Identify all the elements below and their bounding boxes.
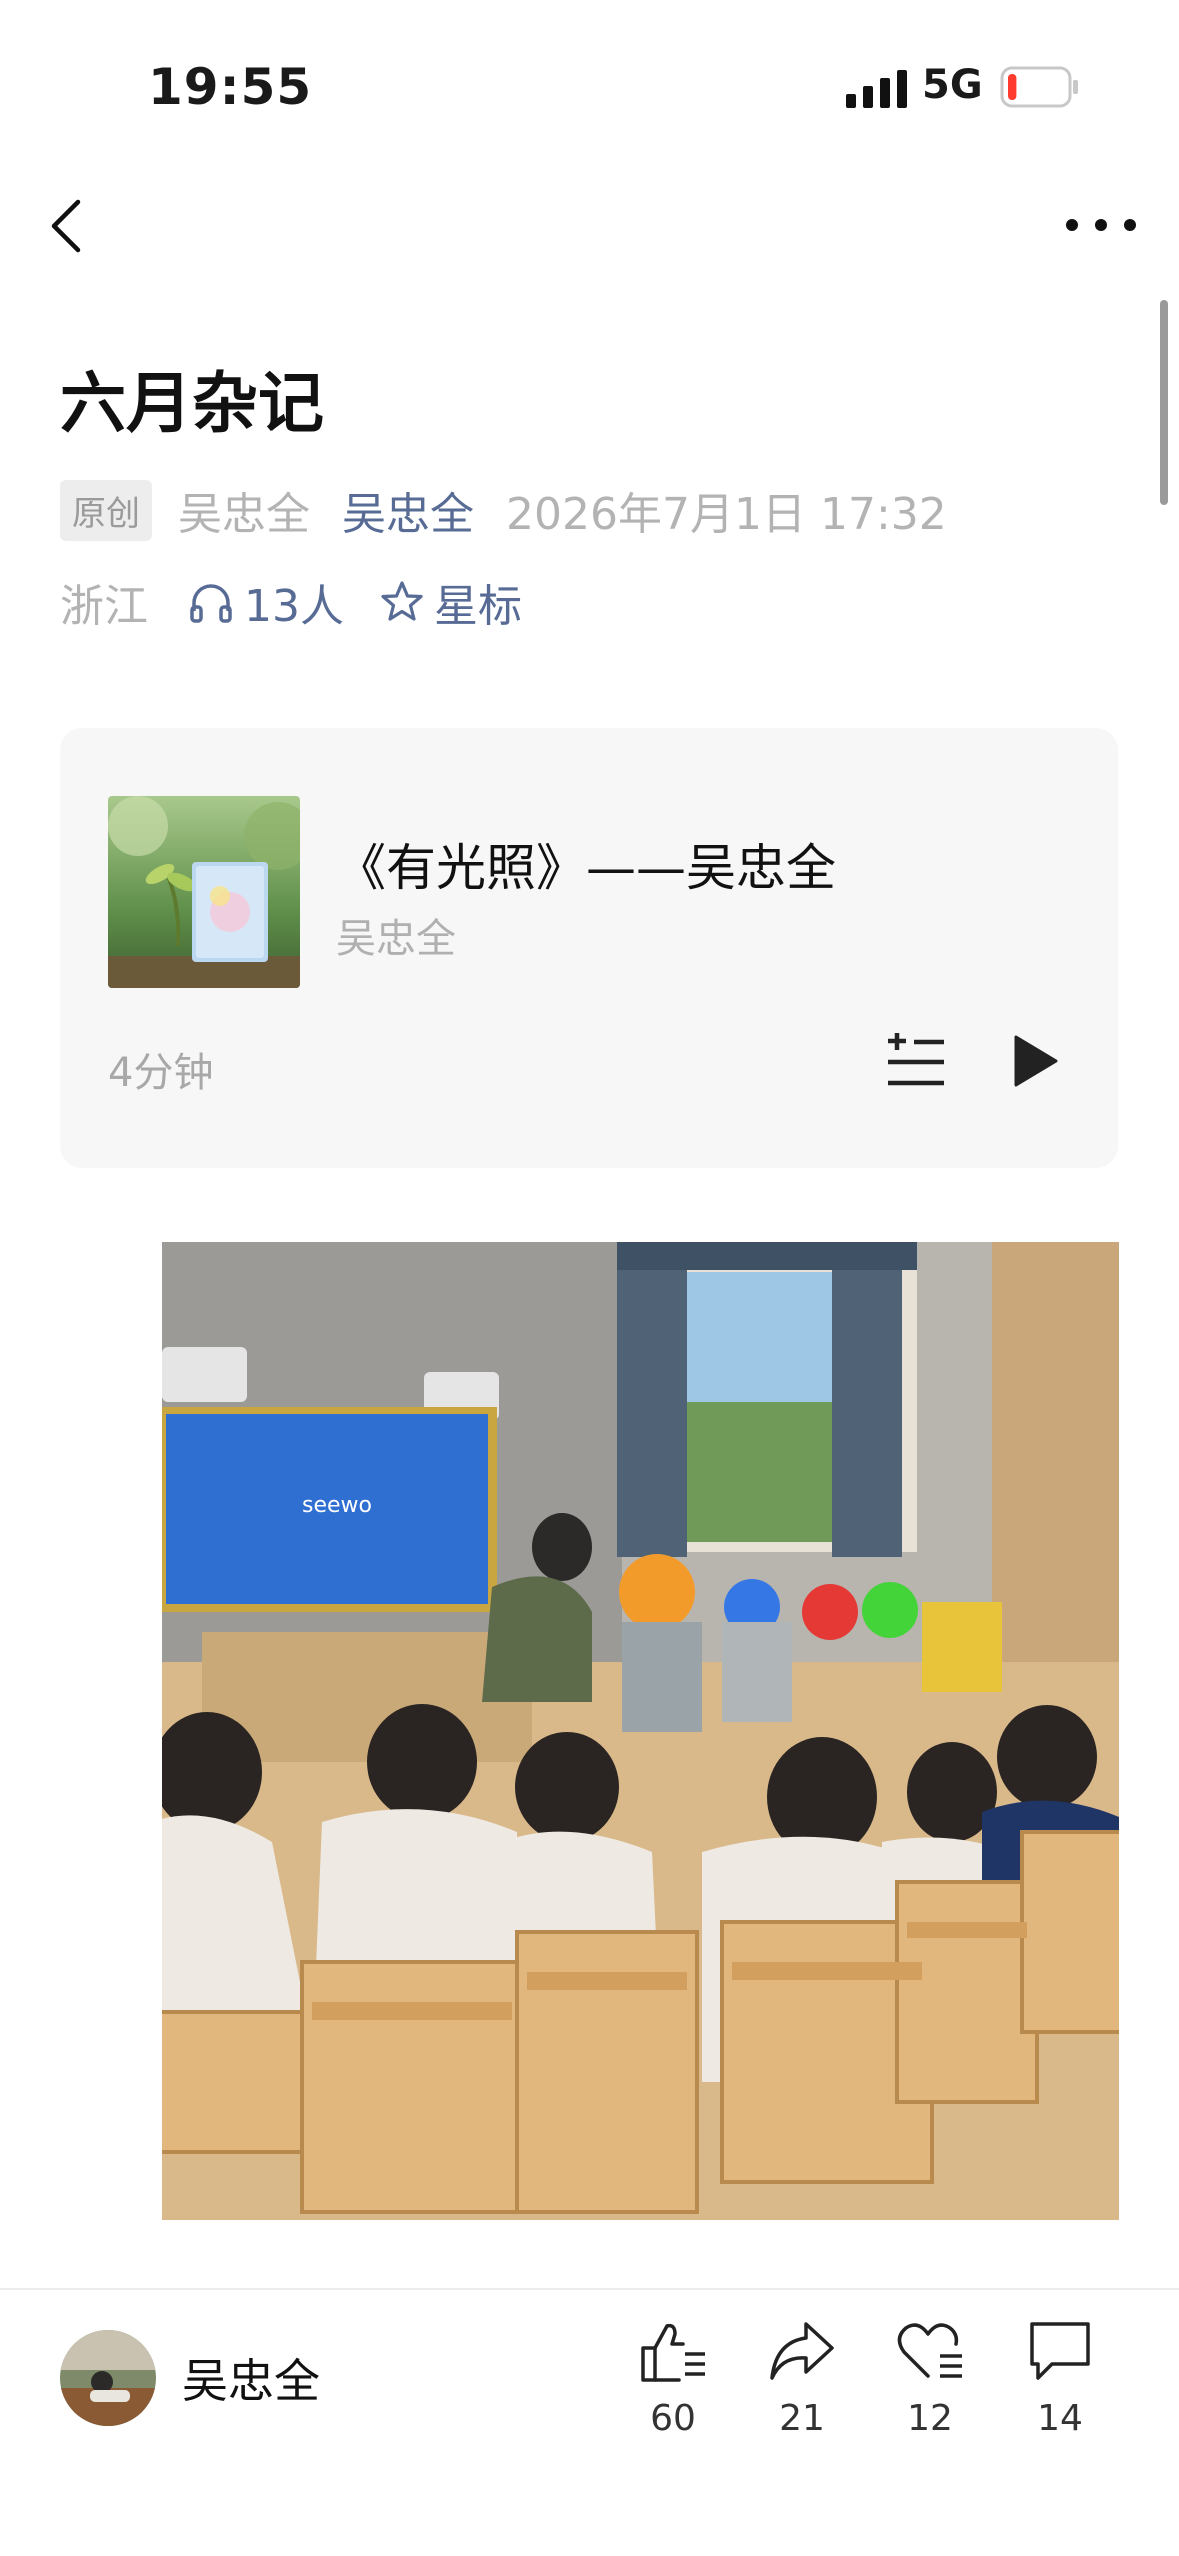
audio-duration: 4分钟 (108, 1050, 214, 1096)
headphones-icon (190, 584, 232, 623)
thumbs-up-icon (641, 2323, 705, 2382)
article-meta-secondary: 浙江 13人 星标 (60, 570, 522, 634)
comment-count: 14 (1037, 2398, 1083, 2439)
location: 浙江 (60, 581, 148, 632)
share-button[interactable]: 21 (752, 2318, 852, 2458)
star-button[interactable]: 星标 (380, 570, 522, 634)
original-badge: 原创 (60, 479, 152, 541)
scrollbar-thumb[interactable] (1160, 300, 1168, 505)
listen-count[interactable]: 13人 (188, 570, 344, 634)
comment-button[interactable]: 14 (1010, 2318, 1110, 2458)
battery-icon (1000, 66, 1078, 108)
article-meta: 原创 吴忠全 吴忠全 2026年7月1日 17:32 (60, 478, 947, 542)
svg-text:seewo: seewo (302, 1493, 372, 1518)
comment-bubble-icon (1030, 2322, 1090, 2380)
star-icon (381, 581, 423, 621)
like-button[interactable]: 60 (623, 2318, 723, 2458)
footer-author-name[interactable]: 吴忠全 (182, 2345, 320, 2411)
audio-card[interactable]: 《有光照》——吴忠全 吴忠全 4分钟 (60, 728, 1118, 1168)
author-name: 吴忠全 (178, 489, 310, 540)
favorite-count: 12 (907, 2398, 953, 2439)
like-count: 60 (650, 2398, 696, 2439)
network-type: 5G (922, 62, 983, 108)
back-icon[interactable] (42, 196, 92, 256)
author-avatar[interactable] (60, 2330, 156, 2426)
article-photo: seewo (162, 1242, 1119, 2220)
account-link[interactable]: 吴忠全 (342, 478, 474, 542)
footer-divider (0, 2288, 1179, 2290)
add-to-playlist-icon[interactable] (886, 1033, 946, 1089)
audio-author: 吴忠全 (336, 916, 456, 962)
play-icon[interactable] (1010, 1033, 1060, 1089)
signal-icon (846, 70, 907, 108)
heart-icon (897, 2323, 962, 2378)
star-label: 星标 (434, 581, 522, 632)
favorite-button[interactable]: 12 (880, 2318, 980, 2458)
listen-count-label: 13人 (244, 581, 344, 632)
share-count: 21 (779, 2398, 825, 2439)
article-title: 六月杂记 (60, 365, 324, 442)
status-time: 19:55 (148, 58, 313, 116)
publish-datetime: 2026年7月1日 17:32 (506, 489, 947, 540)
share-arrow-icon (770, 2322, 834, 2380)
book-cover-icon (108, 796, 300, 988)
more-options-icon[interactable] (1060, 210, 1142, 240)
audio-title: 《有光照》——吴忠全 (336, 839, 836, 897)
